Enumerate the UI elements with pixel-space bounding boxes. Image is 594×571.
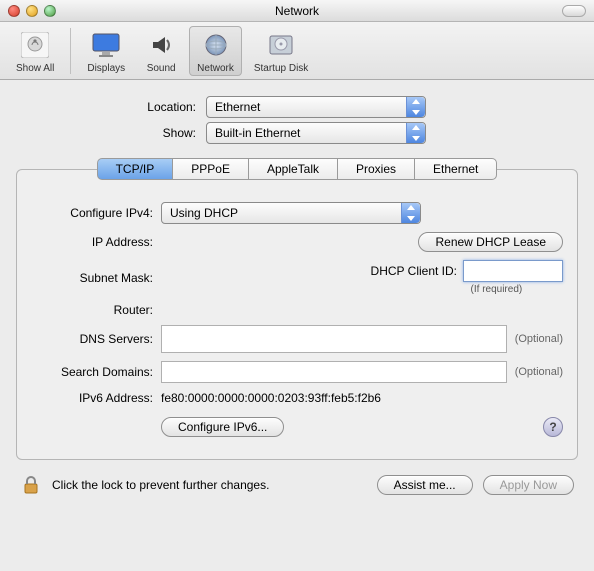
window-title: Network xyxy=(0,4,594,18)
ip-address-label: IP Address: xyxy=(31,235,161,249)
dhcp-clientid-input[interactable] xyxy=(463,260,563,282)
dns-servers-input[interactable] xyxy=(161,325,507,353)
tabstrip: TCP/IP PPPoE AppleTalk Proxies Ethernet xyxy=(16,158,578,180)
assist-me-button[interactable]: Assist me... xyxy=(377,475,473,495)
tab-pppoe[interactable]: PPPoE xyxy=(172,158,248,180)
location-label: Location: xyxy=(16,100,206,114)
display-icon xyxy=(90,29,122,61)
show-select[interactable]: Built-in Ethernet xyxy=(206,122,426,144)
toolbar: Show All Displays Sound Network Startup … xyxy=(0,22,594,80)
bottom-bar: Click the lock to prevent further change… xyxy=(0,466,594,504)
toolbar-startupdisk[interactable]: Startup Disk xyxy=(246,26,316,76)
dhcp-clientid-note: (If required) xyxy=(471,284,523,295)
tcpip-panel: Configure IPv4: Using DHCP IP Address: R… xyxy=(16,169,578,460)
dhcp-clientid-label: DHCP Client ID: xyxy=(371,264,457,278)
search-optional: (Optional) xyxy=(515,366,563,378)
toolbar-sound[interactable]: Sound xyxy=(137,26,185,76)
search-domains-label: Search Domains: xyxy=(31,365,161,379)
configure-ipv4-select[interactable]: Using DHCP xyxy=(161,202,421,224)
help-icon[interactable]: ? xyxy=(543,417,563,437)
toolbar-divider xyxy=(70,28,71,74)
dns-optional: (Optional) xyxy=(515,333,563,345)
search-domains-input[interactable] xyxy=(161,361,507,383)
tab-appletalk[interactable]: AppleTalk xyxy=(248,158,337,180)
configure-ipv4-label: Configure IPv4: xyxy=(31,206,161,220)
tab-ethernet[interactable]: Ethernet xyxy=(414,158,497,180)
toolbar-showall[interactable]: Show All xyxy=(8,26,62,76)
configure-ipv6-button[interactable]: Configure IPv6... xyxy=(161,417,284,437)
tab-proxies[interactable]: Proxies xyxy=(337,158,414,180)
speaker-icon xyxy=(145,29,177,61)
lock-icon[interactable] xyxy=(20,474,42,496)
router-label: Router: xyxy=(31,303,161,317)
grid-icon xyxy=(19,29,51,61)
tab-tcpip[interactable]: TCP/IP xyxy=(97,158,173,180)
renew-dhcp-button[interactable]: Renew DHCP Lease xyxy=(418,232,563,252)
apply-now-button[interactable]: Apply Now xyxy=(483,475,574,495)
location-select[interactable]: Ethernet xyxy=(206,96,426,118)
titlebar: Network xyxy=(0,0,594,22)
globe-icon xyxy=(200,29,232,61)
toolbar-network[interactable]: Network xyxy=(189,26,242,76)
lock-text: Click the lock to prevent further change… xyxy=(52,478,269,492)
ipv6-address-label: IPv6 Address: xyxy=(31,391,161,405)
harddisk-icon xyxy=(265,29,297,61)
main: Location: Ethernet Show: Built-in Ethern… xyxy=(0,80,594,466)
toolbar-displays[interactable]: Displays xyxy=(79,26,133,76)
show-label: Show: xyxy=(16,126,206,140)
ipv6-address-value: fe80:0000:0000:0000:0203:93ff:feb5:f2b6 xyxy=(161,391,381,405)
toolbar-toggle-icon[interactable] xyxy=(562,5,586,17)
subnet-mask-label: Subnet Mask: xyxy=(31,271,161,285)
dns-servers-label: DNS Servers: xyxy=(31,332,161,346)
